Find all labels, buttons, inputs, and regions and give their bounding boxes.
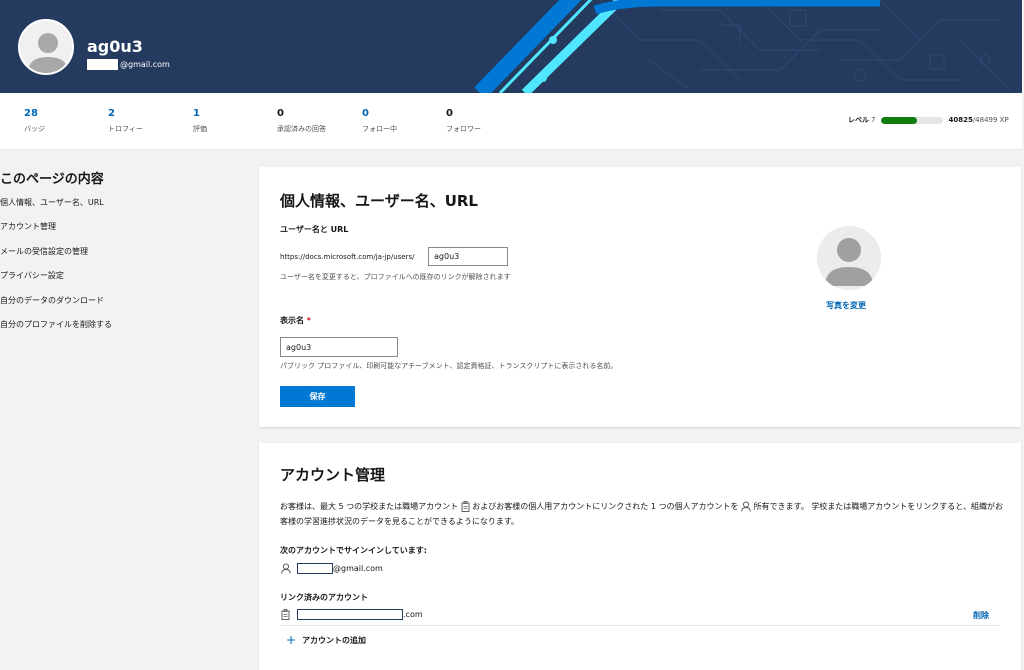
person-icon (281, 563, 291, 574)
save-button[interactable]: 保存 (280, 386, 355, 407)
work-account-icon (281, 609, 290, 620)
delete-linked-account-link[interactable]: 削除 (973, 610, 989, 621)
signed-in-email-suffix: @gmail.com (333, 564, 383, 573)
profile-email: @gmail.com (87, 59, 170, 70)
profile-avatar (18, 19, 74, 75)
xp-current: 40825 (948, 116, 973, 124)
toc-item-personal-info[interactable]: 個人情報、ユーザー名、URL (0, 198, 112, 222)
profile-photo (817, 226, 881, 290)
change-photo-link[interactable]: 写真を変更 (826, 300, 866, 311)
toc-title: このページの内容 (0, 172, 104, 187)
linked-account-row: .com (281, 609, 423, 620)
linked-accounts-heading: リンク済みのアカウント (280, 593, 368, 602)
desc-part3: 所有できます。 学校または職場アカウン (753, 502, 900, 511)
user-silhouette-icon (817, 226, 881, 290)
xp-total: /48499 XP (972, 116, 1009, 124)
signed-in-account: @gmail.com (281, 563, 383, 574)
display-name-label-text: 表示名 (280, 316, 304, 325)
stat-label: トロフィー (108, 125, 143, 133)
xp-progress-fill (881, 116, 918, 124)
add-account-label: アカウントの追加 (302, 635, 367, 645)
stat-label: フォロー中 (362, 125, 397, 133)
profile-name: ag0u3 (87, 37, 143, 56)
level-number: 7 (871, 116, 876, 124)
toc-item-privacy[interactable]: プライバシー設定 (0, 271, 112, 295)
stat-label: 評価 (193, 125, 207, 133)
username-help-text: ユーザー名を変更すると、プロファイルへの既存のリンクが解除されます (280, 273, 511, 281)
plus-icon: + (286, 633, 297, 647)
desc-part2: およびお客様の個人用アカウントにリンクされた 1 つの個人アカウントを (472, 502, 739, 511)
stat-trophies[interactable]: 2 トロフィー (108, 108, 143, 134)
stat-value: 2 (108, 108, 115, 119)
signed-in-heading: 次のアカウントでサインインしています: (280, 546, 427, 555)
redacted-block (87, 59, 118, 70)
stat-value: 0 (362, 108, 369, 119)
url-prefix: https://docs.microsoft.com/ja-jp/users/ (280, 253, 415, 261)
display-name-input[interactable] (280, 337, 398, 357)
stat-badges[interactable]: 28 バッジ (24, 108, 45, 134)
account-management-card: アカウント管理 お客様は、最大 5 つの学校または職場アカウント およびお客様の… (259, 443, 1021, 670)
display-name-label: 表示名 * (280, 315, 311, 326)
divider (280, 625, 1000, 626)
account-description: お客様は、最大 5 つの学校または職場アカウント およびお客様の個人用アカウント… (280, 499, 1005, 529)
linked-email-suffix: .com (403, 610, 423, 619)
stat-label: 承認済みの回答 (277, 125, 326, 133)
stat-following[interactable]: 0 フォロー中 (362, 108, 397, 134)
stat-value: 1 (193, 108, 200, 119)
redacted-block (297, 563, 333, 574)
toc-item-download-data[interactable]: 自分のデータのダウンロード (0, 296, 112, 320)
stat-accepted-answers: 0 承認済みの回答 (277, 108, 326, 134)
xp-progress-bar (881, 116, 944, 124)
banner-dot (549, 36, 557, 44)
redacted-block (297, 609, 403, 620)
email-suffix: @gmail.com (120, 60, 170, 69)
stats-bar: 28 バッジ 2 トロフィー 1 評価 0 承認済みの回答 0 フォロー中 0 … (0, 93, 1022, 150)
username-input[interactable] (428, 247, 508, 266)
stat-label: フォロワー (446, 125, 481, 133)
profile-banner: ag0u3 @gmail.com (0, 0, 1022, 93)
username-url-heading: ユーザー名と URL (280, 225, 349, 234)
personal-account-icon (741, 501, 751, 512)
level-indicator: レベル 7 40825/48499 XP (848, 115, 1009, 125)
personal-info-heading: 個人情報、ユーザー名、URL (280, 192, 478, 210)
toc-item-account-management[interactable]: アカウント管理 (0, 222, 112, 246)
account-management-heading: アカウント管理 (280, 466, 386, 484)
add-account-button[interactable]: + アカウントの追加 (286, 633, 366, 647)
stat-ratings[interactable]: 1 評価 (193, 108, 207, 134)
desc-part1: お客様は、最大 5 つの学校または職場アカウント (280, 502, 459, 511)
personal-info-card: 個人情報、ユーザー名、URL ユーザー名と URL https://docs.m… (259, 167, 1021, 427)
display-name-help-text: パブリック プロファイル、印刷可能なアチーブメント、認定資格証、トランスクリプト… (280, 362, 618, 370)
toc-list: 個人情報、ユーザー名、URL アカウント管理 メールの受信設定の管理 プライバシ… (0, 198, 112, 344)
stat-followers: 0 フォロワー (446, 108, 481, 134)
required-mark: * (306, 316, 311, 325)
banner-decoration (474, 0, 1011, 93)
toc-item-email-preferences[interactable]: メールの受信設定の管理 (0, 247, 112, 271)
level-label: レベル (848, 116, 869, 124)
work-account-icon (461, 501, 470, 512)
stat-value: 0 (277, 108, 284, 119)
toc-item-delete-profile[interactable]: 自分のプロファイルを削除する (0, 320, 112, 344)
stat-value: 0 (446, 108, 453, 119)
stat-label: バッジ (24, 125, 45, 133)
stat-value: 28 (24, 108, 38, 119)
